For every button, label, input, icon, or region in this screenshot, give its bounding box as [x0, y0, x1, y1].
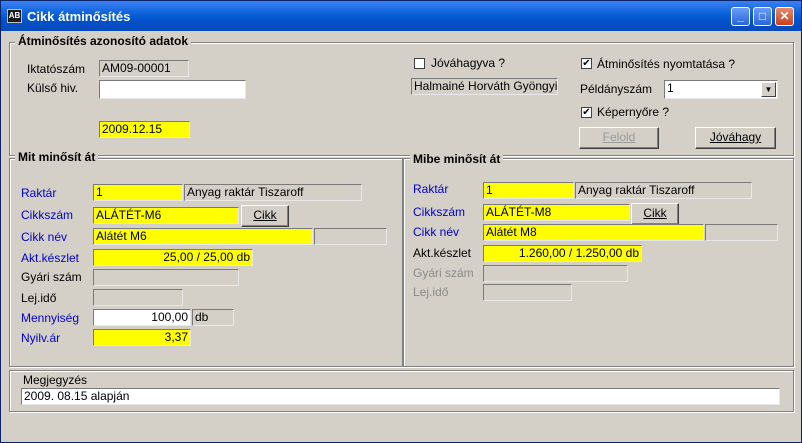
- jovahagyva-label: Jóváhagyva ?: [431, 56, 506, 70]
- from-lejido-field: [93, 289, 183, 306]
- from-gyari-field: [93, 269, 239, 286]
- jovahagyva-checkbox[interactable]: [414, 58, 425, 69]
- from-cikknev-field[interactable]: Alátét M6: [93, 228, 313, 245]
- iktatoszam-label: Iktatószám: [27, 62, 86, 76]
- close-button[interactable]: ✕: [775, 7, 794, 26]
- jovahagy-label: Jóváhagy: [709, 130, 762, 144]
- from-group-title: Mit minősít át: [15, 150, 99, 164]
- peldanyszam-value: 1: [667, 81, 674, 95]
- to-raktar-label: Raktár: [413, 182, 449, 196]
- to-cikknev-field[interactable]: Alátét M8: [483, 224, 704, 241]
- id-group-title: Átminősítés azonosító adatok: [15, 34, 192, 48]
- to-cikk-label: Cikk: [643, 206, 667, 220]
- kulso-hiv-label: Külső hiv.: [27, 81, 79, 95]
- from-nyilvar-field: 3,37: [93, 329, 191, 346]
- title-bar[interactable]: AB Cikk átminősítés _ □ ✕: [1, 1, 801, 31]
- to-cikkszam-label: Cikkszám: [413, 205, 466, 219]
- from-cikkszam-label: Cikkszám: [21, 208, 74, 222]
- peldanyszam-label: Példányszám: [580, 82, 653, 96]
- from-mennyiseg-input[interactable]: 100,00: [93, 309, 191, 326]
- date-field[interactable]: 2009.12.15: [99, 121, 190, 138]
- main-window: AB Cikk átminősítés _ □ ✕ Átminősítés az…: [0, 0, 802, 443]
- nyomtatas-label: Átminősítés nyomtatása ?: [597, 57, 736, 71]
- peldanyszam-select[interactable]: 1 ▼: [664, 80, 778, 99]
- note-input[interactable]: 2009. 08.15 alapján: [21, 388, 780, 405]
- iktatoszam-field: AM09-00001: [99, 60, 189, 77]
- from-lejido-label: Lej.idő: [21, 291, 57, 305]
- to-raktar-code[interactable]: 1: [483, 182, 574, 199]
- kepernyore-label: Képernyőre ?: [597, 105, 670, 119]
- from-cikknev-extra: [314, 228, 387, 245]
- jovahagy-button[interactable]: Jóváhagy: [695, 127, 776, 149]
- from-cikkszam-field[interactable]: ALÁTÉT-M6: [93, 207, 239, 224]
- from-raktar-code[interactable]: 1: [93, 184, 183, 201]
- from-raktar-label: Raktár: [21, 186, 57, 200]
- from-akt-field: 25,00 / 25,00 db: [93, 249, 253, 266]
- from-gyari-label: Gyári szám: [21, 270, 82, 284]
- maximize-button[interactable]: □: [753, 7, 772, 26]
- to-akt-label: Akt.készlet: [413, 246, 472, 260]
- app-icon[interactable]: AB: [7, 9, 22, 23]
- from-raktar-name: Anyag raktár Tiszaroff: [184, 184, 362, 201]
- to-cikknev-label: Cikk név: [413, 225, 460, 239]
- kulso-hiv-input[interactable]: [99, 80, 246, 99]
- to-lejido-label: Lej.idő: [413, 285, 449, 299]
- to-gyari-label: Gyári szám: [413, 266, 474, 280]
- from-cikk-button[interactable]: Cikk: [241, 205, 289, 227]
- from-mennyiseg-unit: db: [192, 309, 234, 326]
- to-cikk-button[interactable]: Cikk: [631, 203, 679, 225]
- to-group-title: Mibe minősít át: [410, 152, 504, 166]
- felold-label: Felold: [602, 130, 636, 144]
- approver-field: Halmainé Horváth Gyöngyi: [411, 78, 558, 95]
- from-mennyiseg-label: Mennyiség: [21, 311, 80, 325]
- note-label: Megjegyzés: [23, 373, 88, 387]
- from-cikk-label: Cikk: [253, 208, 277, 222]
- to-cikkszam-field[interactable]: ALÁTÉT-M8: [483, 204, 630, 221]
- to-lejido-field: [483, 284, 572, 301]
- from-cikknev-label: Cikk név: [21, 230, 68, 244]
- to-gyari-field: [483, 265, 628, 282]
- window-title: Cikk átminősítés: [27, 9, 131, 24]
- minimize-button[interactable]: _: [731, 7, 750, 26]
- to-raktar-name: Anyag raktár Tiszaroff: [575, 182, 752, 199]
- to-cikknev-extra: [705, 224, 778, 241]
- felold-button[interactable]: Felold: [579, 127, 659, 149]
- from-akt-label: Akt.készlet: [21, 251, 80, 265]
- chevron-down-icon[interactable]: ▼: [761, 82, 776, 97]
- from-nyilvar-label: Nyilv.ár: [21, 331, 61, 345]
- nyomtatas-checkbox[interactable]: ✔: [581, 58, 592, 69]
- kepernyore-checkbox[interactable]: ✔: [581, 107, 592, 118]
- to-akt-field: 1.260,00 / 1.250,00 db: [483, 245, 642, 262]
